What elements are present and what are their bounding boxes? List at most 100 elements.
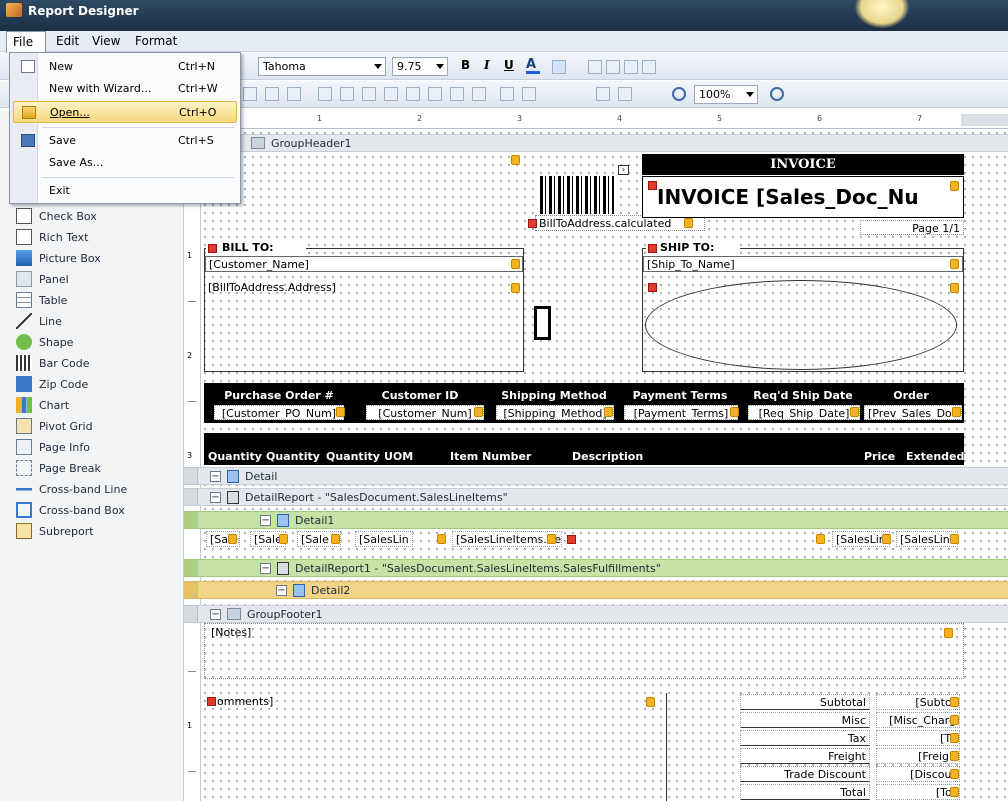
invoice-title[interactable]: INVOICE bbox=[642, 154, 964, 175]
zoom-in-icon[interactable] bbox=[770, 87, 784, 101]
toolbox-item-zip-code[interactable]: Zip Code bbox=[16, 374, 88, 394]
line-col-price[interactable]: Price bbox=[864, 450, 895, 463]
ship-address-shape[interactable] bbox=[645, 280, 957, 370]
toolbox-item-panel[interactable]: Panel bbox=[16, 269, 69, 289]
menu-item-open[interactable]: Open... Ctrl+O bbox=[13, 101, 237, 123]
band-detail-report1[interactable]: − DetailReport1 - "SalesDocument.SalesLin… bbox=[184, 559, 1008, 577]
totals-label[interactable]: Freight bbox=[740, 748, 870, 764]
totals-label[interactable]: Trade Discount bbox=[740, 766, 870, 782]
zoom-combo[interactable]: 100% bbox=[694, 85, 758, 104]
menu-item-new-with-wizard[interactable]: New with Wizard... Ctrl+W bbox=[13, 78, 237, 100]
totals-label[interactable]: Tax bbox=[740, 730, 870, 746]
order-col-shipping[interactable]: Shipping Method bbox=[494, 389, 614, 402]
band-detail1[interactable]: − Detail1 bbox=[184, 511, 1008, 529]
collapse-icon[interactable]: − bbox=[260, 562, 271, 574]
center-horizontally-icon[interactable] bbox=[500, 87, 514, 101]
menu-item-save-as[interactable]: Save As... bbox=[13, 152, 237, 174]
smart-tag-icon[interactable] bbox=[952, 407, 961, 417]
align-bottoms-icon[interactable] bbox=[362, 87, 376, 101]
smart-tag-icon[interactable] bbox=[950, 715, 959, 725]
italic-button[interactable]: I bbox=[484, 58, 490, 72]
smart-tag-icon[interactable] bbox=[511, 283, 520, 293]
toolbox-item-page-info[interactable]: Page Info bbox=[16, 437, 90, 457]
order-field-po[interactable]: [Customer_PO_Num] bbox=[214, 405, 344, 420]
line-col-description[interactable]: Description bbox=[572, 450, 643, 463]
center-vertically-icon[interactable] bbox=[522, 87, 536, 101]
totals-label[interactable]: Total bbox=[740, 784, 870, 800]
same-width-icon[interactable] bbox=[384, 87, 398, 101]
page-number-field[interactable]: Page 1/1 bbox=[860, 220, 964, 235]
order-field-customer[interactable]: [Customer_Num] bbox=[366, 405, 484, 420]
bill-to-label[interactable]: BILL TO: bbox=[206, 240, 306, 255]
bring-to-front-icon[interactable] bbox=[596, 87, 610, 101]
band-group-footer[interactable]: − GroupFooter1 bbox=[184, 605, 1008, 623]
smart-tag-icon[interactable] bbox=[331, 534, 340, 544]
totals-label[interactable]: Subtotal bbox=[740, 694, 870, 710]
smart-tag-icon[interactable] bbox=[950, 181, 959, 191]
same-height-icon[interactable] bbox=[406, 87, 420, 101]
order-field-terms[interactable]: [Payment_Terms] bbox=[624, 405, 738, 420]
smart-tag-icon[interactable] bbox=[547, 534, 556, 544]
smart-tag-icon[interactable] bbox=[950, 769, 959, 779]
smart-tag-icon[interactable] bbox=[950, 787, 959, 797]
align-middles-icon[interactable] bbox=[340, 87, 354, 101]
smart-tag-icon[interactable] bbox=[228, 534, 237, 544]
font-name-combo[interactable]: Tahoma bbox=[258, 57, 386, 76]
chevron-down-icon[interactable] bbox=[374, 64, 382, 69]
line-col-uom[interactable]: UOM bbox=[384, 450, 413, 463]
order-col-po[interactable]: Purchase Order # bbox=[214, 389, 344, 402]
line-col-item-number[interactable]: Item Number bbox=[450, 450, 531, 463]
align-right-icon[interactable] bbox=[624, 60, 638, 74]
error-marker-icon[interactable] bbox=[648, 283, 657, 292]
error-marker-icon[interactable] bbox=[528, 219, 537, 228]
menu-edit[interactable]: Edit bbox=[56, 34, 79, 48]
menu-view[interactable]: View bbox=[92, 34, 120, 48]
selected-control[interactable] bbox=[534, 306, 551, 340]
toolbox-item-chart[interactable]: Chart bbox=[16, 395, 69, 415]
smart-tag-icon[interactable] bbox=[950, 697, 959, 707]
notes-box[interactable] bbox=[204, 623, 964, 679]
detail1-field[interactable]: [SalesLin bbox=[896, 531, 958, 547]
order-col-order[interactable]: Order bbox=[866, 389, 956, 402]
horiz-spacing-icon[interactable] bbox=[450, 87, 464, 101]
error-marker-icon[interactable] bbox=[207, 697, 216, 706]
detail1-field[interactable]: [SalesLin bbox=[355, 531, 413, 547]
detail1-field[interactable]: [SalesLineItems.Iter bbox=[452, 531, 562, 547]
align-center-icon[interactable] bbox=[606, 60, 620, 74]
totals-field[interactable]: [Freigh bbox=[876, 748, 960, 764]
collapse-icon[interactable]: − bbox=[210, 470, 221, 482]
back-color-icon[interactable] bbox=[552, 60, 566, 74]
smart-tag-icon[interactable] bbox=[950, 283, 959, 293]
bold-button[interactable]: B bbox=[461, 58, 470, 72]
line-col-quantity-2[interactable]: Quantity bbox=[266, 450, 320, 463]
ship-to-label[interactable]: SHIP TO: bbox=[646, 240, 740, 255]
toolbox-item-bar-code[interactable]: Bar Code bbox=[16, 353, 89, 373]
collapse-icon[interactable]: − bbox=[210, 491, 221, 503]
line-col-quantity-1[interactable]: Quantity bbox=[208, 450, 262, 463]
smart-tag-icon[interactable] bbox=[950, 733, 959, 743]
menu-item-exit[interactable]: Exit bbox=[13, 180, 237, 202]
order-field-ship-date[interactable]: [Req_Ship_Date] bbox=[748, 405, 860, 420]
underline-button[interactable]: U bbox=[504, 58, 514, 72]
order-col-ship-date[interactable]: Req'd Ship Date bbox=[744, 389, 862, 402]
smart-tag-icon[interactable] bbox=[950, 534, 959, 544]
totals-field[interactable]: [Ta bbox=[876, 730, 960, 746]
barcode-image[interactable] bbox=[540, 176, 614, 214]
comments-field[interactable]: omments] bbox=[205, 694, 661, 710]
toolbox-item-cross-band-box[interactable]: Cross-band Box bbox=[16, 500, 125, 520]
align-to-grid-icon[interactable] bbox=[243, 87, 257, 101]
smart-tag-icon[interactable] bbox=[646, 697, 655, 707]
justify-icon[interactable] bbox=[642, 60, 656, 74]
error-marker-icon[interactable] bbox=[648, 181, 657, 190]
smart-tag-icon[interactable] bbox=[279, 534, 288, 544]
toolbox-item-table[interactable]: Table bbox=[16, 290, 67, 310]
error-marker-icon[interactable] bbox=[208, 244, 217, 253]
smart-tag-icon[interactable] bbox=[474, 407, 483, 417]
address-field[interactable]: ess] bbox=[206, 152, 520, 168]
font-size-combo[interactable]: 9.75 bbox=[392, 57, 448, 76]
toolbox-item-cross-band-line[interactable]: Cross-band Line bbox=[16, 479, 127, 499]
menu-format[interactable]: Format bbox=[135, 34, 177, 48]
send-to-back-icon[interactable] bbox=[618, 87, 632, 101]
toolbox-item-page-break[interactable]: Page Break bbox=[16, 458, 101, 478]
totals-field[interactable]: [Tot bbox=[876, 784, 960, 800]
